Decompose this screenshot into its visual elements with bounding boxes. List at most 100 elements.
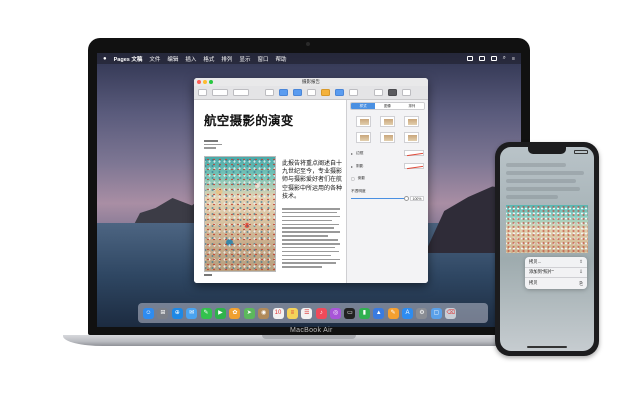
- shadow-label: 阴影: [356, 163, 364, 168]
- menu-item-copy[interactable]: 拷贝 ⎘: [525, 278, 587, 289]
- window-title: 摄影报告: [302, 79, 320, 84]
- macbook-opening-notch: [262, 335, 356, 339]
- keynote-icon[interactable]: ▲: [373, 307, 385, 319]
- table-button[interactable]: [279, 89, 288, 96]
- launchpad-icon[interactable]: ⊞: [157, 307, 169, 319]
- window-titlebar: 摄影报告: [194, 78, 428, 86]
- mail-icon[interactable]: ✉: [186, 307, 198, 319]
- iphone-notch: [528, 147, 566, 154]
- menu-item-file[interactable]: 文件: [149, 55, 160, 63]
- border-label: 边框: [356, 150, 364, 155]
- pages-icon[interactable]: ✎: [387, 307, 399, 319]
- menu-item-format[interactable]: 格式: [203, 55, 214, 63]
- system-preferences-icon[interactable]: ⚙: [416, 307, 428, 319]
- tab-arrange[interactable]: 排列: [399, 103, 424, 109]
- notes-icon[interactable]: ≡: [286, 307, 298, 319]
- messages-icon[interactable]: ✎: [200, 307, 212, 319]
- facetime-icon[interactable]: ▶: [214, 307, 226, 319]
- image-style-preset[interactable]: [404, 116, 419, 127]
- menu-app-name[interactable]: Pages 文稿: [114, 55, 143, 63]
- view-button[interactable]: [198, 89, 207, 96]
- downloads-folder-icon[interactable]: ▢: [430, 307, 442, 319]
- menu-item-edit[interactable]: 编辑: [167, 55, 178, 63]
- maps-icon[interactable]: ➤: [243, 307, 255, 319]
- image-style-preset[interactable]: [404, 132, 419, 143]
- image-style-preset[interactable]: [356, 116, 371, 127]
- border-swatch[interactable]: [404, 150, 424, 156]
- menu-item-add-to-photos[interactable]: 添加到"照片" ⇩: [525, 268, 587, 279]
- chart-button[interactable]: [293, 89, 302, 96]
- tab-style[interactable]: 样式: [351, 103, 376, 109]
- dock: ☺ ⊞ ⊕ ✉ ✎ ▶ ✿ ➤ ◉ 10 ≡ ☰ ♪ ◎ ▭ ▮ ▲ ✎ A ⚙ ▢ ⌫: [138, 303, 488, 323]
- numbers-icon[interactable]: ▮: [358, 307, 370, 319]
- border-row[interactable]: ▸ 边框: [351, 150, 424, 156]
- comment-button[interactable]: [349, 89, 358, 96]
- shape-button[interactable]: [321, 89, 330, 96]
- minimize-button[interactable]: [203, 80, 207, 84]
- menu-item-view[interactable]: 显示: [239, 55, 250, 63]
- image-style-preset[interactable]: [380, 132, 395, 143]
- text-button[interactable]: [307, 89, 316, 96]
- copy-icon: ⎘: [579, 280, 583, 286]
- home-indicator[interactable]: [527, 346, 567, 348]
- share-icon: ⇪: [579, 258, 583, 264]
- document-page[interactable]: 航空摄影的演变 此报告将重点阐述自十九世纪至今，专业摄影师与摄影爱好者们在航空摄…: [194, 100, 346, 283]
- wifi-icon[interactable]: [478, 56, 485, 61]
- tab-image[interactable]: 图像: [375, 103, 400, 109]
- opacity-slider-track[interactable]: [351, 196, 409, 201]
- aerial-beach-photo[interactable]: [204, 156, 276, 272]
- reminders-icon[interactable]: ☰: [301, 307, 313, 319]
- collaborate-button[interactable]: [374, 89, 383, 96]
- close-button[interactable]: [197, 80, 201, 84]
- blurred-document-text: [506, 163, 588, 203]
- calendar-icon[interactable]: 10: [272, 307, 284, 319]
- chevron-right-icon: ▸: [351, 163, 354, 169]
- macbook-label: MacBook Air: [290, 327, 333, 334]
- tv-icon[interactable]: ▭: [344, 307, 356, 319]
- checkbox-icon[interactable]: ▢: [351, 176, 355, 181]
- battery-icon: [574, 150, 588, 154]
- blurred-beach-photo[interactable]: [506, 205, 588, 253]
- opacity-value[interactable]: 100%: [410, 196, 424, 201]
- airplay-icon[interactable]: [466, 56, 473, 61]
- contacts-icon[interactable]: ◉: [258, 307, 270, 319]
- opacity-slider-knob[interactable]: [404, 196, 409, 201]
- search-icon[interactable]: ⌕: [503, 55, 506, 62]
- menu-item-share[interactable]: 拷贝... ⇪: [525, 257, 587, 268]
- app-store-icon[interactable]: A: [402, 307, 414, 319]
- apple-menu-icon[interactable]: ●: [103, 56, 107, 62]
- menu-item-window[interactable]: 窗口: [257, 55, 268, 63]
- control-center-icon[interactable]: ≡: [512, 56, 515, 62]
- body-text[interactable]: [282, 208, 342, 270]
- document-button[interactable]: [402, 89, 411, 96]
- menu-item-help[interactable]: 帮助: [275, 55, 286, 63]
- menu-item-insert[interactable]: 插入: [185, 55, 196, 63]
- menu-item-arrange[interactable]: 排列: [221, 55, 232, 63]
- shadow-swatch[interactable]: [404, 163, 424, 169]
- add-page-button[interactable]: [233, 89, 249, 96]
- chevron-right-icon: ▸: [351, 150, 354, 156]
- reflection-row[interactable]: ▢ 倒影: [351, 176, 424, 181]
- photos-icon[interactable]: ✿: [229, 307, 241, 319]
- music-icon[interactable]: ♪: [315, 307, 327, 319]
- zoom-select[interactable]: [212, 89, 228, 96]
- media-button[interactable]: [335, 89, 344, 96]
- battery-icon[interactable]: [490, 56, 497, 61]
- opacity-slider[interactable]: 100%: [351, 196, 424, 201]
- download-icon: ⇩: [579, 269, 583, 275]
- image-style-preset[interactable]: [356, 132, 371, 143]
- image-style-preset[interactable]: [380, 116, 395, 127]
- trash-icon[interactable]: ⌫: [445, 307, 457, 319]
- finder-icon[interactable]: ☺: [143, 307, 154, 319]
- insert-button[interactable]: [265, 89, 274, 96]
- macbook-screen: ● Pages 文稿 文件 编辑 插入 格式 排列 显示 窗口 帮助 ⌕ ≡ 摄…: [97, 53, 521, 327]
- podcasts-icon[interactable]: ◎: [330, 307, 342, 319]
- format-button[interactable]: [388, 89, 397, 96]
- lead-paragraph[interactable]: 此报告将重点阐述自十九世纪至今，专业摄影师与摄影爱好者们在航空摄影中所运用的各种…: [282, 160, 342, 201]
- safari-icon[interactable]: ⊕: [171, 307, 183, 319]
- sidebar-tabs: 样式 图像 排列: [350, 102, 425, 110]
- page-caption: [204, 274, 212, 276]
- document-title[interactable]: 航空摄影的演变: [204, 110, 294, 129]
- zoom-button[interactable]: [209, 80, 213, 84]
- shadow-row[interactable]: ▸ 阴影: [351, 163, 424, 169]
